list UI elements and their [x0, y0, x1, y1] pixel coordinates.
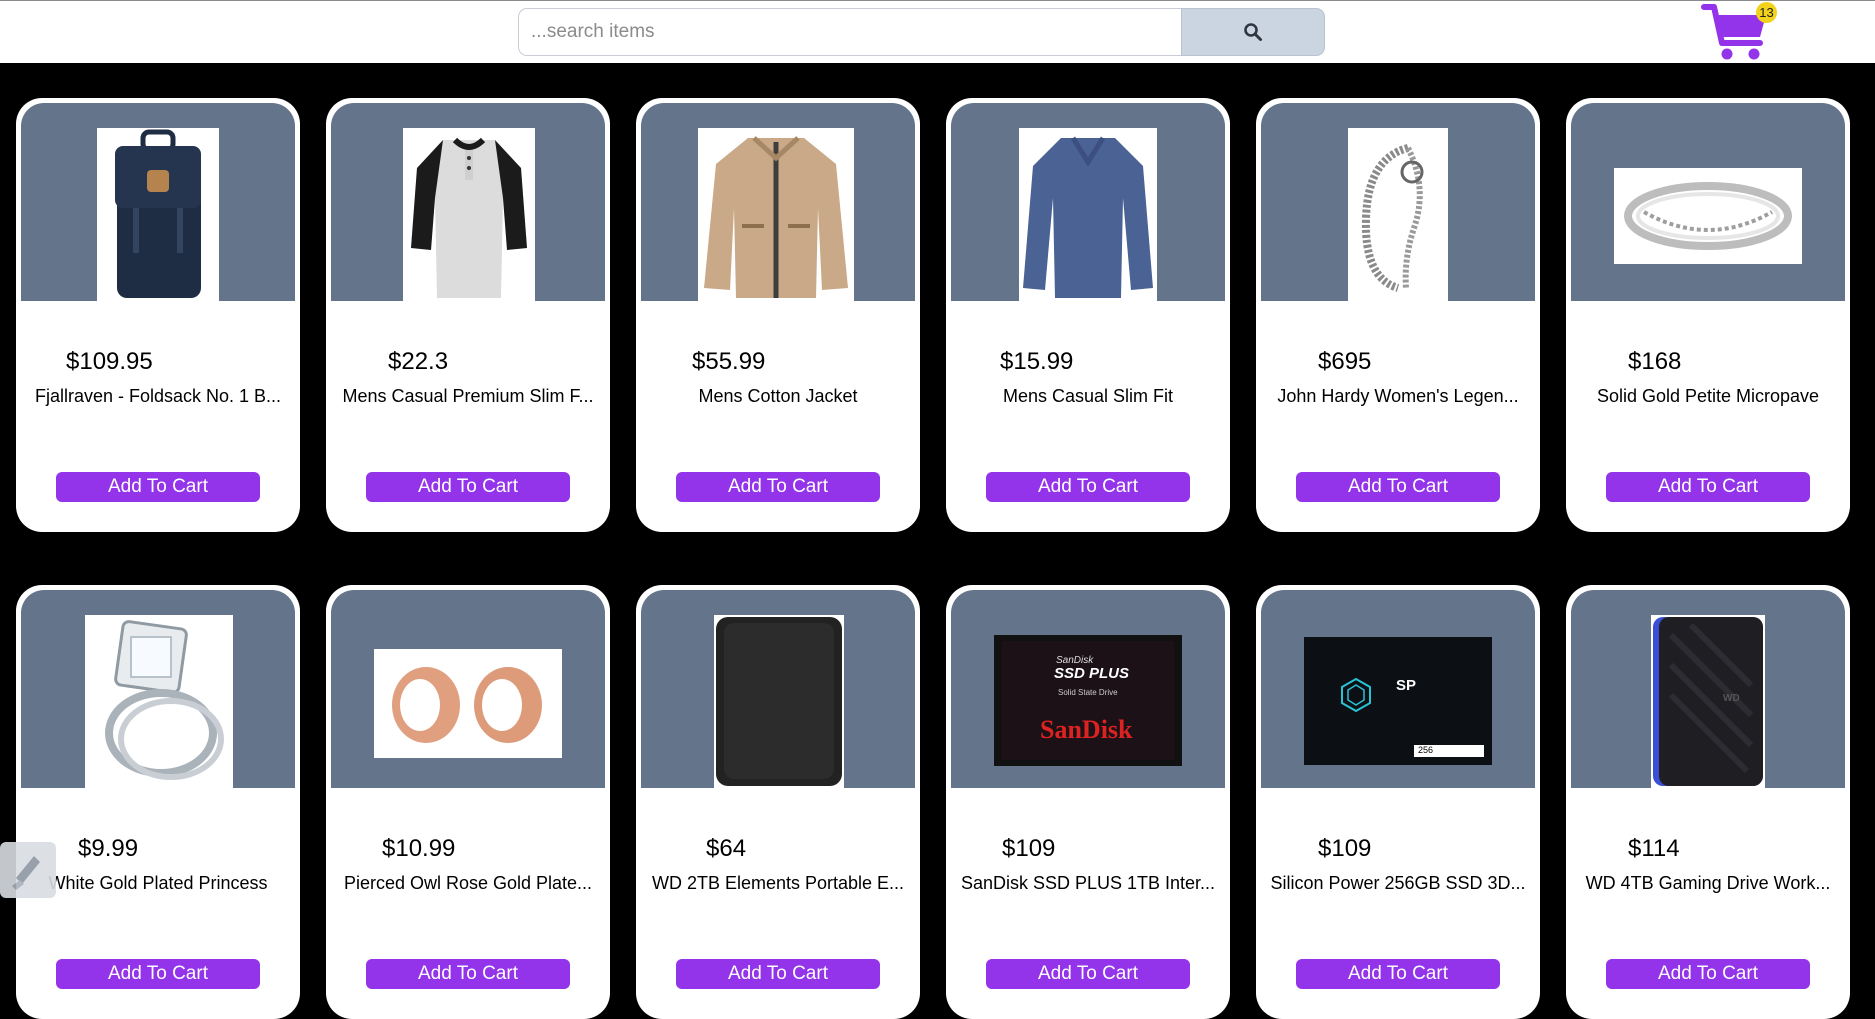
- ring-image: [1614, 168, 1802, 264]
- search-button[interactable]: [1181, 8, 1325, 56]
- product-image-area: [641, 590, 915, 788]
- add-to-cart-button[interactable]: Add To Cart: [1606, 959, 1810, 989]
- product-price: $22.3: [388, 348, 449, 375]
- product-image-area: WD: [1571, 590, 1845, 788]
- add-to-cart-button[interactable]: Add To Cart: [366, 959, 570, 989]
- wd-logo: WD: [1723, 693, 1740, 704]
- top-bar: 13: [0, 0, 1875, 63]
- product-price: $109: [1318, 835, 1372, 862]
- product-price: $109.95: [66, 348, 153, 375]
- product-title: Mens Cotton Jacket: [698, 386, 858, 406]
- product-title: SanDisk SSD PLUS 1TB Inter...: [960, 873, 1216, 893]
- product-image-area: [21, 590, 295, 788]
- product-image-area: [331, 590, 605, 788]
- product-title: Silicon Power 256GB SSD 3D...: [1270, 873, 1526, 893]
- product-card: $64 WD 2TB Elements Portable E... Add To…: [636, 585, 920, 1019]
- product-title: John Hardy Women's Legen...: [1277, 386, 1519, 406]
- product-image-area: SP 256: [1261, 590, 1535, 788]
- product-price: $114: [1628, 835, 1680, 862]
- product-price: $109: [1002, 835, 1056, 862]
- add-to-cart-button[interactable]: Add To Cart: [56, 472, 260, 502]
- product-title: WD 2TB Elements Portable E...: [651, 873, 905, 893]
- product-card: SanDisk SSD PLUS Solid State Drive SanDi…: [946, 585, 1230, 1019]
- product-image-area: [1261, 103, 1535, 301]
- longsleeve-shirt-image: [1019, 128, 1157, 301]
- product-price: $168: [1628, 348, 1682, 375]
- add-to-cart-button[interactable]: Add To Cart: [56, 959, 260, 989]
- product-price: $15.99: [1000, 348, 1074, 375]
- product-image-area: [951, 103, 1225, 301]
- floating-widget[interactable]: [0, 842, 56, 898]
- product-price: $64: [706, 835, 747, 862]
- add-to-cart-button[interactable]: Add To Cart: [1296, 959, 1500, 989]
- product-title: Fjallraven - Foldsack No. 1 B...: [34, 386, 282, 406]
- bracelet-image: [1348, 128, 1448, 301]
- plug-earrings-image: [374, 649, 562, 758]
- product-title: Mens Casual Premium Slim F...: [342, 386, 594, 406]
- product-card: $55.99 Mens Cotton Jacket Add To Cart: [636, 98, 920, 532]
- product-card: $168 Solid Gold Petite Micropave Add To …: [1566, 98, 1850, 532]
- diamond-ring-image: [85, 615, 233, 788]
- product-card: $695 John Hardy Women's Legen... Add To …: [1256, 98, 1540, 532]
- add-to-cart-button[interactable]: Add To Cart: [1606, 472, 1810, 502]
- product-title: Mens Casual Slim Fit: [1002, 386, 1174, 406]
- add-to-cart-button[interactable]: Add To Cart: [986, 472, 1190, 502]
- ssd-capacity-label: 256: [1418, 745, 1434, 755]
- add-to-cart-button[interactable]: Add To Cart: [986, 959, 1190, 989]
- raglan-shirt-image: [403, 128, 535, 301]
- product-price: $10.99: [382, 835, 456, 862]
- product-title: White Gold Plated Princess: [48, 873, 268, 893]
- product-price: $55.99: [692, 348, 766, 375]
- lightning-icon: [12, 856, 40, 890]
- product-price: $9.99: [78, 835, 139, 862]
- jacket-image: [698, 128, 854, 301]
- search-input[interactable]: [518, 8, 1182, 56]
- backpack-image: [97, 128, 219, 301]
- product-image-area: SanDisk SSD PLUS Solid State Drive SanDi…: [951, 590, 1225, 788]
- product-card: $15.99 Mens Casual Slim Fit Add To Cart: [946, 98, 1230, 532]
- ssd-brand-logo: SP: [1396, 677, 1417, 694]
- product-title: Solid Gold Petite Micropave: [1596, 386, 1820, 406]
- ssd-model-label: SSD PLUS: [1054, 665, 1130, 682]
- product-card: $109.95 Fjallraven - Foldsack No. 1 B...…: [16, 98, 300, 532]
- product-image-area: [641, 103, 915, 301]
- ssd-brand-logo: SanDisk: [1040, 715, 1133, 744]
- gaming-drive-image: WD: [1651, 615, 1765, 788]
- add-to-cart-button[interactable]: Add To Cart: [676, 472, 880, 502]
- product-title: WD 4TB Gaming Drive Work...: [1585, 873, 1831, 893]
- product-image-area: [331, 103, 605, 301]
- hard-drive-image: [714, 615, 844, 788]
- product-card: $22.3 Mens Casual Premium Slim F... Add …: [326, 98, 610, 532]
- product-card: SP 256 $109 Silicon Power 256GB SSD 3D..…: [1256, 585, 1540, 1019]
- search-icon: [1244, 23, 1262, 41]
- add-to-cart-button[interactable]: Add To Cart: [676, 959, 880, 989]
- product-image-area: [1571, 103, 1845, 301]
- product-price: $695: [1318, 348, 1372, 375]
- product-title: Pierced Owl Rose Gold Plate...: [343, 873, 593, 893]
- product-card: WD $114 WD 4TB Gaming Drive Work... Add …: [1566, 585, 1850, 1019]
- add-to-cart-button[interactable]: Add To Cart: [366, 472, 570, 502]
- add-to-cart-button[interactable]: Add To Cart: [1296, 472, 1500, 502]
- cart-count-badge: 13: [1756, 2, 1777, 23]
- product-card: $10.99 Pierced Owl Rose Gold Plate... Ad…: [326, 585, 610, 1019]
- product-card: $9.99 White Gold Plated Princess Add To …: [16, 585, 300, 1019]
- ssd-image: SP 256: [1304, 637, 1492, 765]
- ssd-subtitle-label: Solid State Drive: [1058, 688, 1118, 697]
- product-image-area: [21, 103, 295, 301]
- ssd-image: SanDisk SSD PLUS Solid State Drive SanDi…: [994, 635, 1182, 766]
